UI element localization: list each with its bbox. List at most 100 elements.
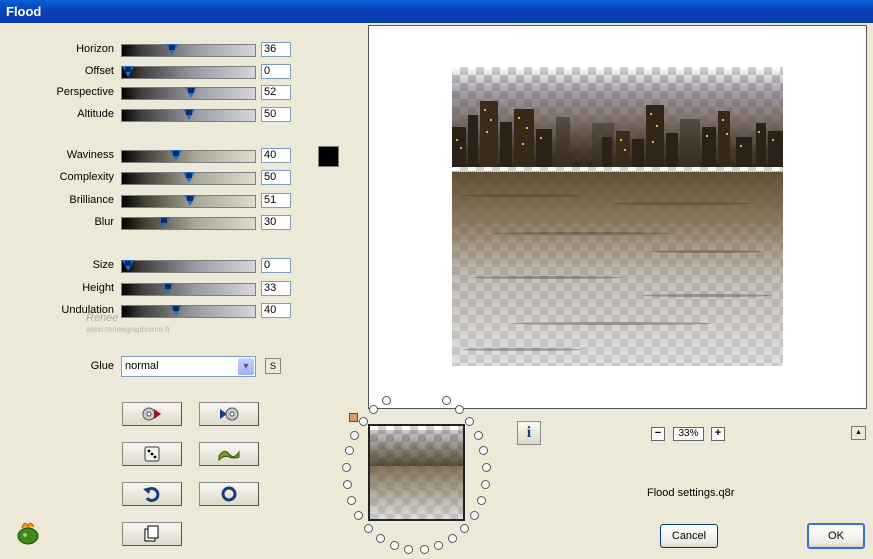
- slider-size[interactable]: [121, 260, 256, 273]
- slider-thumb-waviness[interactable]: [170, 150, 183, 161]
- slider-thumb-complexity[interactable]: [182, 172, 195, 183]
- save-settings-icon: [220, 407, 239, 421]
- glue-label: Glue: [90, 360, 114, 372]
- slider-complexity[interactable]: [121, 172, 256, 185]
- load-settings-icon: [142, 407, 161, 421]
- slider-perspective[interactable]: [121, 87, 256, 100]
- navigator-dot[interactable]: [342, 462, 352, 472]
- navigator-dot[interactable]: [358, 416, 368, 426]
- zoom-out-button[interactable]: −: [651, 427, 665, 441]
- s-button[interactable]: S: [265, 358, 281, 374]
- zoom-level: 33%: [673, 427, 704, 441]
- label-complexity: Complexity: [59, 171, 114, 183]
- slider-thumb-offset[interactable]: [122, 66, 134, 77]
- save-settings-button[interactable]: [199, 402, 259, 426]
- value-field-perspective[interactable]: 52: [261, 85, 291, 100]
- navigator-dot[interactable]: [389, 540, 399, 550]
- value-field-complexity[interactable]: 50: [261, 170, 291, 185]
- settings-filename: Flood settings.q8r: [647, 487, 735, 499]
- navigator-dot[interactable]: [419, 544, 429, 554]
- value-field-waviness[interactable]: 40: [261, 148, 291, 163]
- navigator-dot[interactable]: [342, 479, 352, 489]
- label-horizon: Horizon: [76, 43, 114, 55]
- slider-offset[interactable]: [121, 66, 256, 79]
- circle-icon: [221, 486, 237, 502]
- random-dice-icon: [144, 446, 160, 462]
- value-field-undulation[interactable]: 40: [261, 303, 291, 318]
- value-field-horizon[interactable]: 36: [261, 42, 291, 57]
- title-bar[interactable]: Flood: [0, 0, 873, 23]
- label-brilliance: Brilliance: [69, 194, 114, 206]
- slider-thumb-brilliance[interactable]: [183, 195, 196, 206]
- color-swatch[interactable]: [318, 146, 339, 167]
- navigator-dot[interactable]: [347, 495, 356, 505]
- label-altitude: Altitude: [77, 108, 114, 120]
- value-field-altitude[interactable]: 50: [261, 107, 291, 122]
- navigator-dot[interactable]: [375, 533, 385, 543]
- navigator-dot[interactable]: [344, 446, 354, 456]
- navigator-dot[interactable]: [473, 430, 483, 440]
- navigator-dot[interactable]: [476, 495, 486, 505]
- slider-thumb-blur[interactable]: [158, 217, 171, 228]
- thumbnail-water: [370, 466, 463, 519]
- navigator-dot[interactable]: [363, 523, 373, 533]
- label-blur: Blur: [94, 216, 114, 228]
- slider-horizon[interactable]: [121, 44, 256, 57]
- slider-altitude[interactable]: [121, 109, 256, 122]
- navigator-dot[interactable]: [481, 479, 491, 489]
- circle-button[interactable]: [199, 482, 259, 506]
- slider-waviness[interactable]: [121, 150, 256, 163]
- watermark-url: www.reneegraphisme.fr: [86, 325, 171, 334]
- slider-thumb-horizon[interactable]: [165, 44, 178, 55]
- navigator-dot[interactable]: [354, 510, 364, 520]
- navigator-thumbnail[interactable]: [368, 424, 465, 521]
- label-size: Size: [92, 259, 114, 271]
- preview-image: [452, 67, 783, 366]
- slider-thumb-altitude[interactable]: [182, 109, 195, 120]
- value-field-offset[interactable]: 0: [261, 64, 291, 79]
- wave-reset-button[interactable]: [199, 442, 259, 466]
- undo-button[interactable]: [122, 482, 182, 506]
- glue-select[interactable]: normal ▼: [121, 356, 256, 377]
- value-field-brilliance[interactable]: 51: [261, 193, 291, 208]
- slider-brilliance[interactable]: [121, 195, 256, 208]
- random-button[interactable]: [122, 442, 182, 466]
- copy-button[interactable]: [122, 522, 182, 546]
- label-perspective: Perspective: [56, 86, 114, 98]
- value-field-height[interactable]: 33: [261, 281, 291, 296]
- value-field-blur[interactable]: 30: [261, 215, 291, 230]
- slider-undulation[interactable]: [121, 305, 256, 318]
- preview-panel[interactable]: [368, 25, 867, 409]
- cancel-button[interactable]: Cancel: [660, 524, 718, 548]
- navigator-dot[interactable]: [404, 544, 414, 554]
- slider-thumb-size[interactable]: [122, 260, 134, 271]
- label-waviness: Waviness: [66, 149, 114, 161]
- navigator-dot[interactable]: [350, 430, 360, 440]
- slider-thumb-undulation[interactable]: [170, 305, 183, 316]
- navigator-dot[interactable]: [448, 533, 458, 543]
- load-settings-button[interactable]: [122, 402, 182, 426]
- navigator-dot[interactable]: [481, 462, 491, 472]
- navigator-handle[interactable]: [349, 413, 358, 422]
- ok-button[interactable]: OK: [807, 523, 865, 549]
- flood-water: [452, 172, 783, 366]
- navigator-dot[interactable]: [454, 405, 464, 415]
- label-height: Height: [82, 282, 114, 294]
- glue-value: normal: [125, 360, 159, 372]
- zoom-in-button[interactable]: +: [711, 427, 725, 441]
- watermark-name: Renee: [86, 312, 119, 324]
- navigator-dot[interactable]: [469, 510, 479, 520]
- up-arrow-icon[interactable]: ▲: [851, 426, 866, 440]
- chevron-down-icon[interactable]: ▼: [238, 358, 254, 375]
- info-icon[interactable]: i: [517, 421, 541, 445]
- navigator-dot[interactable]: [441, 396, 451, 406]
- value-field-size[interactable]: 0: [261, 258, 291, 273]
- slider-thumb-height[interactable]: [161, 283, 174, 294]
- wave-reset-icon: [218, 450, 240, 462]
- label-offset: Offset: [84, 65, 114, 77]
- slider-blur[interactable]: [121, 217, 256, 230]
- city-skyline: [452, 67, 783, 167]
- slider-height[interactable]: [121, 283, 256, 296]
- slider-thumb-perspective[interactable]: [184, 87, 197, 98]
- navigator-dot[interactable]: [460, 523, 470, 533]
